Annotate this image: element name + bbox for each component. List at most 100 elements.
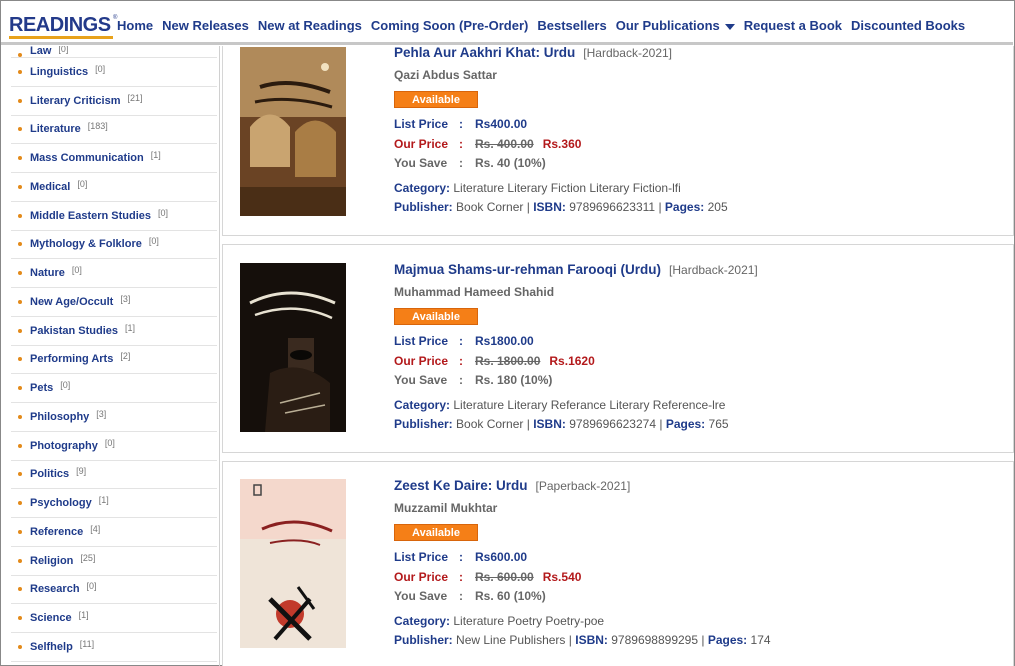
sidebar-category-label[interactable]: Mass Communication [30, 152, 144, 164]
sidebar-category-item[interactable]: Literature [183] [11, 116, 217, 145]
sidebar-category-item[interactable]: Medical [0] [11, 173, 217, 202]
sidebar-category-item[interactable]: Politics [9] [11, 461, 217, 490]
sidebar-category-label[interactable]: Performing Arts [30, 353, 113, 365]
sidebar-category-label[interactable]: Politics [30, 468, 69, 480]
bullet-icon [18, 357, 22, 362]
nav-home[interactable]: Home [117, 18, 153, 33]
sidebar-category-item[interactable]: Pets [0] [11, 374, 217, 403]
bullet-icon [18, 98, 22, 103]
nav-our-publications[interactable]: Our Publications [616, 18, 735, 33]
product-author[interactable]: Qazi Abdus Sattar [394, 68, 728, 82]
category-value[interactable]: Literature Poetry Poetry-poe [453, 614, 604, 628]
sidebar-category-item[interactable]: Religion [25] [11, 547, 217, 576]
book-cover-image[interactable] [240, 479, 346, 648]
bullet-icon [18, 386, 22, 391]
list-price-value: Rs600.00 [475, 550, 528, 564]
sidebar-category-label[interactable]: Selfhelp [30, 641, 73, 653]
sidebar-category-item[interactable]: Mass Communication [1] [11, 144, 217, 173]
isbn-label: ISBN: [533, 199, 566, 214]
product-info: Majmua Shams-ur-rehman Farooqi (Urdu) [Ha… [394, 261, 758, 434]
colon: : [459, 353, 463, 368]
sidebar-category-label[interactable]: Philosophy [30, 411, 89, 423]
product-title[interactable]: Pehla Aur Aakhri Khat: Urdu [394, 45, 575, 60]
nav-bestsellers[interactable]: Bestsellers [537, 18, 606, 33]
publisher-value[interactable]: New Line Publishers [456, 633, 565, 647]
book-cover-image[interactable] [240, 47, 346, 216]
sidebar-category-label[interactable]: Literary Criticism [30, 95, 120, 107]
sidebar-category-label[interactable]: Law [30, 46, 51, 57]
sidebar-category-item[interactable]: Literary Criticism [21] [11, 87, 217, 116]
sidebar-category-label[interactable]: Literature [30, 123, 81, 135]
sidebar-category-count: [0] [60, 380, 71, 391]
sidebar-category-label[interactable]: Psychology [30, 497, 92, 509]
product-author[interactable]: Muzzamil Mukhtar [394, 501, 771, 515]
sidebar-category-item[interactable]: Philosophy [3] [11, 403, 217, 432]
sidebar-category-label[interactable]: Reference [30, 526, 83, 538]
publisher-value[interactable]: Book Corner [456, 417, 523, 431]
category-value[interactable]: Literature Literary Referance Literary R… [453, 398, 725, 412]
sidebar-category-item[interactable]: Pakistan Studies [1] [11, 317, 217, 346]
sidebar-category-label[interactable]: Photography [30, 440, 98, 452]
available-badge[interactable]: Available [394, 308, 478, 325]
publisher-label: Publisher: [394, 632, 453, 647]
sidebar-category-label[interactable]: Pets [30, 382, 53, 394]
product-title[interactable]: Majmua Shams-ur-rehman Farooqi (Urdu) [394, 262, 661, 277]
sidebar-category-label[interactable]: Mythology & Folklore [30, 238, 142, 250]
sidebar-divider [219, 46, 220, 666]
sidebar-category-count: [25] [80, 552, 96, 563]
sidebar-category-item[interactable]: Research [0] [11, 576, 217, 605]
sidebar-category-count: [2] [120, 351, 131, 362]
pages-value: 205 [707, 199, 728, 214]
nav-coming-soon[interactable]: Coming Soon (Pre-Order) [371, 18, 528, 33]
sidebar-category-label[interactable]: Middle Eastern Studies [30, 210, 151, 222]
sidebar-category-item[interactable]: Science [1] [11, 604, 217, 633]
available-badge[interactable]: Available [394, 524, 478, 541]
separator: | [701, 632, 705, 647]
sidebar-category-count: [0] [86, 581, 97, 592]
book-cover-image[interactable] [240, 263, 346, 432]
you-save-value: Rs. 60 (10%) [475, 589, 546, 603]
bullet-icon [18, 443, 22, 448]
isbn-label: ISBN: [575, 632, 608, 647]
you-save-label: You Save [394, 373, 448, 387]
category-value[interactable]: Literature Literary Fiction Literary Fic… [453, 181, 680, 195]
sidebar-category-item[interactable]: Performing Arts [2] [11, 346, 217, 375]
pages-value: 174 [750, 632, 771, 647]
sidebar-category-item[interactable]: Mythology & Folklore [0] [11, 231, 217, 260]
sidebar-category-item[interactable]: Middle Eastern Studies [0] [11, 202, 217, 231]
sidebar-category-item[interactable]: Reference [4] [11, 518, 217, 547]
sidebar-category-count: [0] [95, 63, 106, 74]
sidebar-category-label[interactable]: New Age/Occult [30, 296, 113, 308]
colon: : [459, 334, 463, 348]
sidebar-category-item[interactable]: New Age/Occult [3] [11, 288, 217, 317]
bullet-icon [18, 299, 22, 304]
readings-logo[interactable]: READINGS ® [9, 14, 117, 39]
isbn-value: 9789696623274 [569, 416, 656, 431]
publisher-value[interactable]: Book Corner [456, 200, 523, 214]
nav-new-at-readings[interactable]: New at Readings [258, 18, 362, 33]
sidebar-category-label[interactable]: Medical [30, 181, 70, 193]
nav-our-publications-label: Our Publications [615, 18, 720, 33]
sidebar-category-item[interactable]: Law [0] [11, 46, 217, 58]
nav-request-a-book[interactable]: Request a Book [744, 18, 842, 33]
sidebar-category-item[interactable]: Linguistics [0] [11, 58, 217, 87]
sidebar-category-item[interactable]: Photography [0] [11, 432, 217, 461]
sidebar-category-item[interactable]: Psychology [1] [11, 489, 217, 518]
sidebar-category-item[interactable]: Nature [0] [11, 259, 217, 288]
nav-new-releases[interactable]: New Releases [162, 18, 249, 33]
nav-discounted-books[interactable]: Discounted Books [851, 18, 965, 33]
sidebar-category-label[interactable]: Religion [30, 555, 73, 567]
sidebar-category-label[interactable]: Research [30, 583, 80, 595]
sidebar-category-label[interactable]: Pakistan Studies [30, 325, 118, 337]
colon: : [459, 550, 463, 564]
product-title[interactable]: Zeest Ke Daire: Urdu [394, 478, 528, 493]
you-save-value: Rs. 180 (10%) [475, 373, 553, 387]
bullet-icon [18, 213, 22, 218]
available-badge[interactable]: Available [394, 91, 478, 108]
bullet-icon [18, 558, 22, 563]
sidebar-category-label[interactable]: Nature [30, 267, 65, 279]
product-author[interactable]: Muhammad Hameed Shahid [394, 285, 758, 299]
sidebar-category-label[interactable]: Science [30, 612, 72, 624]
sidebar-category-item[interactable]: Selfhelp [11] [11, 633, 217, 662]
sidebar-category-label[interactable]: Linguistics [30, 66, 88, 78]
